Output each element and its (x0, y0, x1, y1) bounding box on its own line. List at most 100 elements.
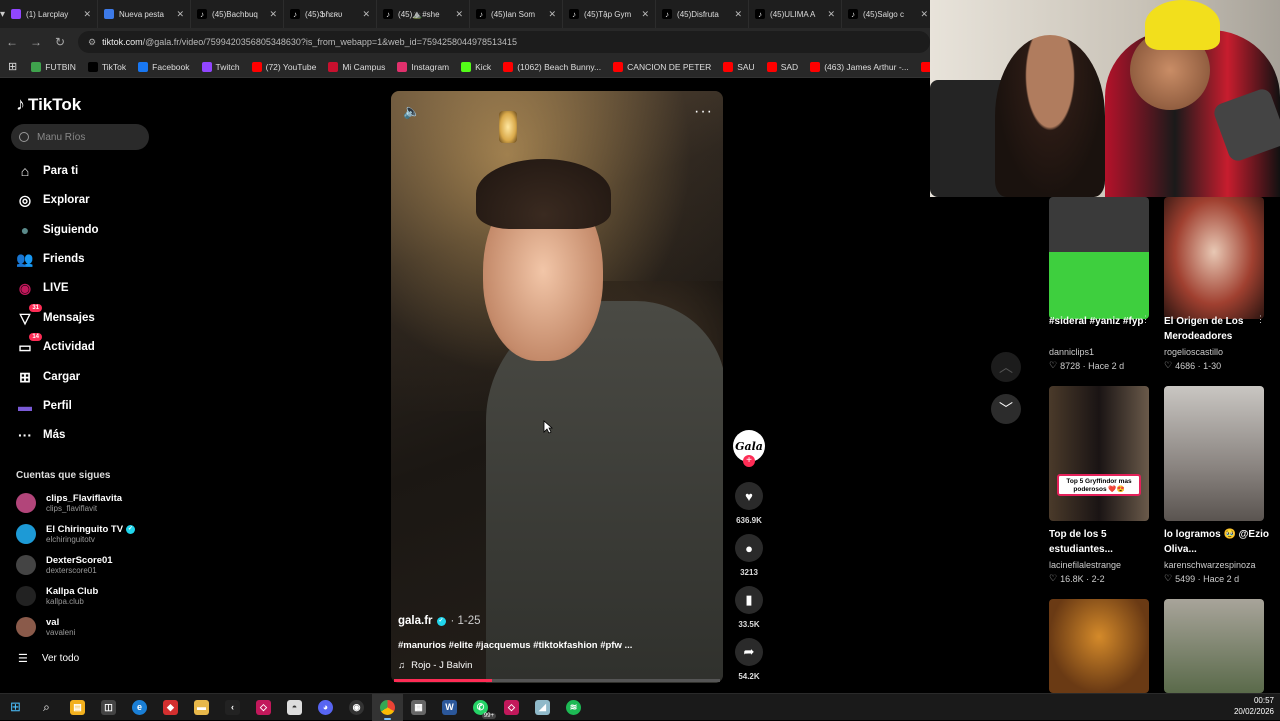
card-menu-icon[interactable]: ⋮ (1256, 314, 1265, 325)
recommended-title-1[interactable]: #sideral #yaniz #fyp (1049, 314, 1154, 329)
close-icon[interactable]: ✕ (641, 9, 649, 20)
bookmark-item[interactable]: Kick (461, 61, 491, 72)
next-video-button[interactable]: ﹀ (991, 394, 1021, 424)
bookmark-item[interactable]: TikTok (87, 61, 126, 72)
back-icon[interactable]: ← (0, 35, 24, 49)
close-icon[interactable]: ✕ (269, 9, 277, 20)
app-tool-icon[interactable]: ◢ (527, 694, 558, 721)
volume-icon[interactable]: 🔈 (403, 103, 420, 120)
bookmark-item[interactable]: (1062) Beach Bunny... (503, 61, 601, 72)
browser-tab[interactable]: ♪ (45)Ian Som ✕ (470, 0, 564, 28)
recommended-thumb-2[interactable] (1164, 197, 1264, 319)
apps-grid-icon[interactable]: ⊞ (8, 60, 17, 73)
forward-icon[interactable]: → (24, 35, 48, 49)
sidebar-item-perfil[interactable]: ▬ Perfil (16, 395, 72, 417)
bookmark-item[interactable]: CANCION DE PETER (613, 61, 711, 72)
calculator-icon[interactable]: ▦ (403, 694, 434, 721)
recommended-user-2[interactable]: rogelioscastillo (1164, 347, 1223, 357)
store-icon[interactable]: ▤ (62, 694, 93, 721)
app-pink-icon[interactable]: ◇ (248, 694, 279, 721)
sidebar-item-más[interactable]: ··· Más (16, 424, 65, 446)
bookmark-item[interactable]: FUTBIN (31, 61, 76, 72)
bookmark-item[interactable]: Mi Campus (328, 61, 385, 72)
video-progress-bar[interactable] (394, 679, 720, 682)
sidebar-item-actividad[interactable]: ▭ 14 Actividad (16, 333, 95, 358)
recommended-thumb-3[interactable]: Top 5 Gryffindor mas poderosos ❤️😍 (1049, 386, 1149, 521)
close-icon[interactable]: ✕ (827, 9, 835, 20)
recommended-title-4[interactable]: lo logramos 🥹 @Ezio Oliva... (1164, 527, 1269, 557)
bookmark-item[interactable]: DRAGON BAL (920, 61, 930, 72)
following-account[interactable]: El Chiringuito TV ✓ elchiringuitotv (16, 524, 136, 544)
recommended-user-4[interactable]: karenschwarzespinoza (1164, 560, 1256, 570)
browser-tab[interactable]: ♪ (45)Ֆɦɛʀʋ ✕ (284, 0, 378, 28)
sidebar-item-cargar[interactable]: ⊞ Cargar (16, 366, 80, 388)
bookmark-item[interactable]: SAU (723, 61, 755, 72)
save-button[interactable]: ▮ (735, 586, 763, 614)
like-button[interactable]: ♥ (735, 482, 763, 510)
search-input[interactable]: Manu Ríos (11, 124, 149, 150)
recommended-title-3[interactable]: Top de los 5 estudiantes... (1049, 527, 1154, 557)
browser-tab[interactable]: ♪ (45)⛰️#she ✕ (377, 0, 471, 28)
system-clock[interactable]: 00:57 20/02/2026 (1224, 695, 1274, 717)
recommended-user-1[interactable]: danniclips1 (1049, 347, 1094, 357)
comment-button[interactable]: ● (735, 534, 763, 562)
video-music[interactable]: ♫ Rojo - J Balvin (398, 660, 472, 671)
follow-plus-icon[interactable]: + (743, 455, 755, 467)
app-pink2-icon[interactable]: ◇ (496, 694, 527, 721)
bookmark-item[interactable]: Twitch (201, 61, 240, 72)
taskbar-search-icon[interactable]: ⌕ (31, 694, 62, 721)
site-info-icon[interactable]: ⚙ (88, 37, 96, 48)
app-bear-icon[interactable]: ◓ (279, 694, 310, 721)
browser-tab[interactable]: Nueva pesta ✕ (98, 0, 192, 28)
video-caption[interactable]: #manurios #elite #jacquemus #tiktokfashi… (398, 640, 632, 651)
recommended-title-2[interactable]: El Origen de Los Merodeadores (1164, 314, 1269, 344)
bookmark-item[interactable]: SAD (766, 61, 798, 72)
browser-tab[interactable]: ♪ (45)Disfruta ✕ (656, 0, 750, 28)
previous-video-button[interactable]: ︿ (991, 352, 1021, 382)
close-icon[interactable]: ✕ (176, 9, 184, 20)
app-red-icon[interactable]: ◆ (155, 694, 186, 721)
following-account[interactable]: val vavaleni (16, 617, 75, 637)
close-icon[interactable]: ✕ (362, 9, 370, 20)
bookmark-item[interactable]: Facebook (138, 61, 190, 72)
close-icon[interactable]: ✕ (83, 9, 91, 20)
browser-tab[interactable]: ♪ (45)Bachbuq ✕ (191, 0, 285, 28)
recommended-thumb-6[interactable] (1164, 599, 1264, 693)
recommended-thumb-5[interactable] (1049, 599, 1149, 693)
sidebar-item-para-ti[interactable]: ⌂ Para ti (16, 160, 78, 182)
share-button[interactable]: ➦ (735, 638, 763, 666)
close-icon[interactable]: ✕ (548, 9, 556, 20)
app-arrow-icon[interactable]: ‹ (217, 694, 248, 721)
sidebar-item-explorar[interactable]: ◎ Explorar (16, 189, 90, 211)
recommended-thumb-4[interactable] (1164, 386, 1264, 521)
close-icon[interactable]: ✕ (920, 9, 928, 20)
bookmark-item[interactable]: (72) YouTube (251, 61, 316, 72)
url-input[interactable]: ⚙ tiktok.com /@gala.fr/video/75994203568… (78, 31, 930, 53)
see-all-link[interactable]: ☰ Ver todo (18, 652, 79, 665)
close-icon[interactable]: ✕ (734, 9, 742, 20)
sidebar-item-friends[interactable]: 👥 Friends (16, 248, 84, 270)
recommended-user-3[interactable]: lacinefilalestrange (1049, 560, 1121, 570)
card-menu-icon[interactable]: ⋮ (1141, 314, 1150, 325)
sidebar-item-live[interactable]: ◉ LIVE (16, 277, 69, 299)
sidebar-item-siguiendo[interactable]: ● Siguiendo (16, 219, 99, 241)
browser-tab[interactable]: (1) Larcplay ✕ (5, 0, 99, 28)
video-author[interactable]: gala.fr ✓ · 1-25 (398, 615, 481, 627)
browser-tab[interactable]: ♪ (45)ULIMA A ✕ (749, 0, 843, 28)
discord-icon[interactable]: ◕ (310, 694, 341, 721)
bookmark-item[interactable]: (463) James Arthur -... (810, 61, 909, 72)
sidebar-item-mensajes[interactable]: ▽ 31 Mensajes (16, 304, 95, 329)
whatsapp-icon[interactable]: ✆ 99+ (465, 694, 496, 721)
following-account[interactable]: clips_Flaviflavita clips_flaviflavit (16, 493, 122, 513)
tiktok-logo[interactable]: ♪ TikTok (16, 94, 81, 115)
obs-icon[interactable]: ◉ (341, 694, 372, 721)
word-icon[interactable]: W (434, 694, 465, 721)
close-icon[interactable]: ✕ (455, 9, 463, 20)
following-account[interactable]: DexterScore01 dexterscore01 (16, 555, 113, 575)
windows-start-icon[interactable]: ⊞ (0, 694, 31, 721)
app-icon[interactable]: ◫ (93, 694, 124, 721)
browser-tab[interactable]: ♪ (45)Tập Gym ✕ (563, 0, 657, 28)
recommended-thumb-1[interactable] (1049, 197, 1149, 319)
following-account[interactable]: Kallpa Club kallpa.club (16, 586, 98, 606)
chrome-icon[interactable] (372, 693, 403, 721)
